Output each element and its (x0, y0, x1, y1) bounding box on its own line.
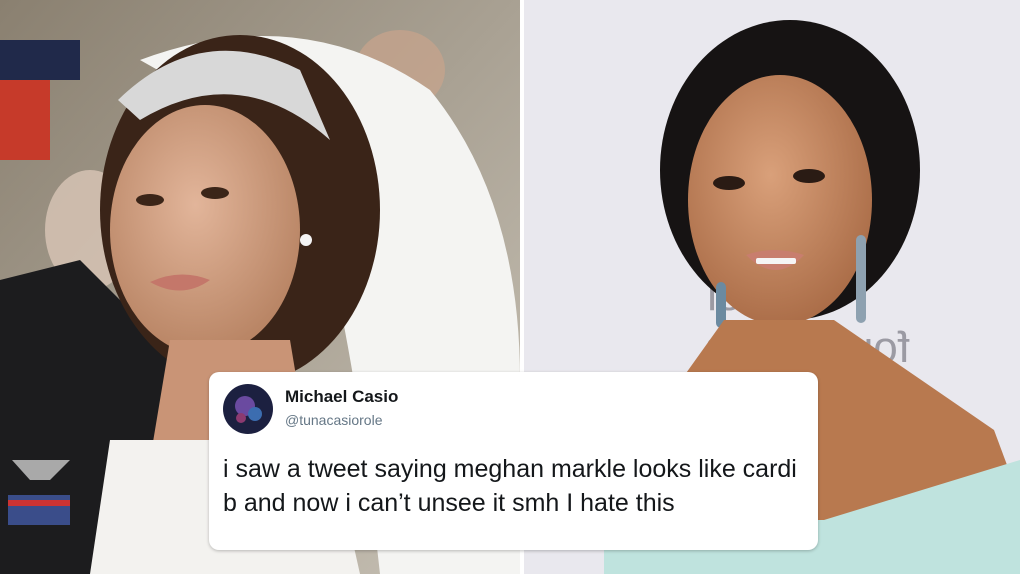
author-name[interactable]: Michael Casio (285, 387, 398, 407)
avatar[interactable] (223, 384, 273, 434)
author-handle[interactable]: @tunacasiorole (285, 412, 383, 428)
tweet-text: i saw a tweet saying meghan markle looks… (223, 455, 797, 517)
tweet-card: Michael Casio @tunacasiorole i saw a twe… (209, 372, 818, 550)
